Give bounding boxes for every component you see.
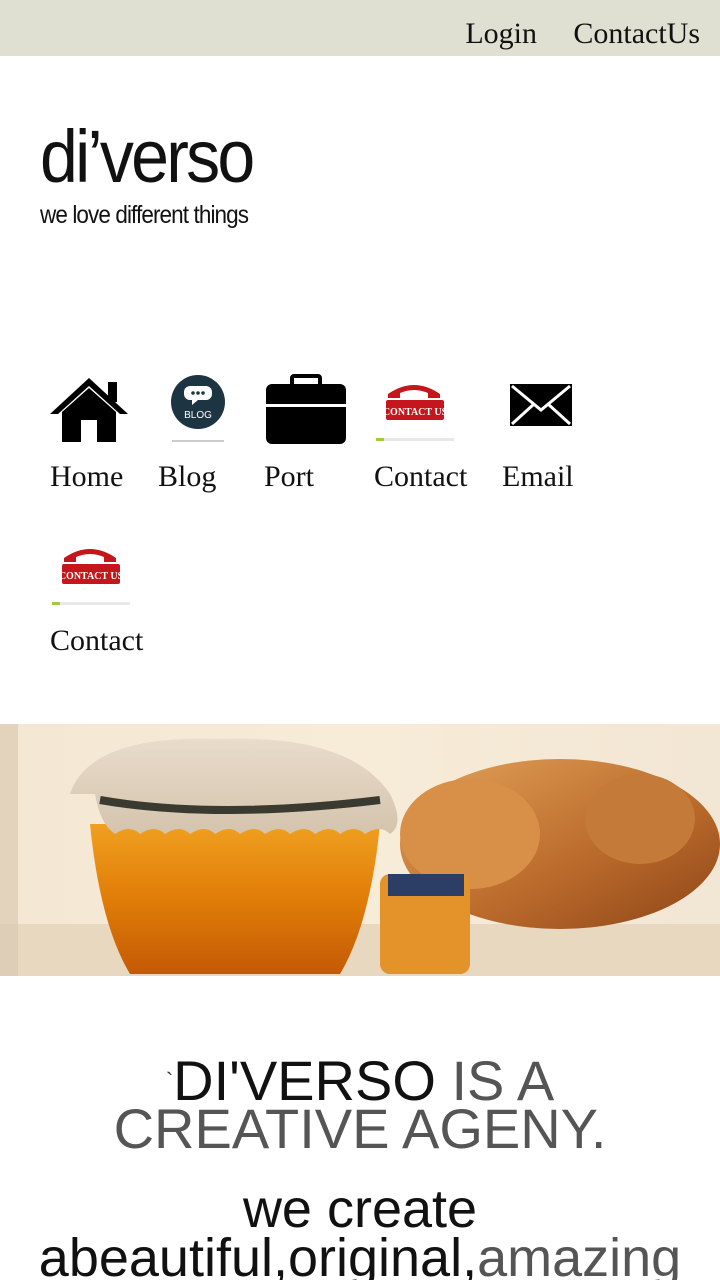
nav-item-contact[interactable]: CONTACT US Contact [374,364,484,504]
brand-tagline: we love different things [40,201,249,229]
nav-item-port[interactable]: Port [264,364,354,504]
blog-bubble-icon: BLOG [158,364,240,446]
hero-image [0,724,720,976]
login-link[interactable]: Login [465,16,537,52]
nav-label-blog: Blog [158,460,217,493]
nav-item-email[interactable]: Email [502,364,592,504]
briefcase-icon [264,364,348,448]
headline: `DI'VERSO IS A CREATIVE AGENY. [0,1053,720,1160]
subheadline-amazing: amazing [477,1228,682,1280]
nav-item-contact-2[interactable]: CONTACT US Contact [50,528,160,668]
contact-us-link[interactable]: ContactUs [573,16,700,52]
contact-icon-text-2: CONTACT US [59,571,124,582]
house-icon [48,368,130,450]
top-bar: Login ContactUs [0,0,720,56]
subheadline-line-1: we create [242,1179,478,1239]
contact-icon-text: CONTACT US [383,407,448,418]
contact-us-phone-icon: CONTACT US [374,364,456,446]
subheadline-line-2: abeautiful,original,amazing [0,1231,720,1280]
nav-label-home: Home [50,460,124,493]
subheadline: we create abeautiful,original,amazing [0,1179,720,1280]
contact-us-phone-icon: CONTACT US [50,528,132,610]
blog-icon-text: BLOG [184,410,212,421]
nav-label-contact: Contact [374,460,468,493]
subheadline-adjectives: abeautiful,original, [38,1228,478,1280]
envelope-icon [502,364,584,446]
nav-label-port: Port [264,460,315,493]
headline-line-2: CREATIVE AGENY. [113,1097,607,1160]
nav-item-blog[interactable]: BLOG Blog [158,364,248,504]
brand-title: di’verso [40,115,255,198]
nav-label-email: Email [502,460,574,493]
nav-label-contact-2: Contact [50,624,144,657]
nav-item-home[interactable]: Home [50,364,140,504]
brand-logo[interactable]: di’verso we love different things [40,120,271,230]
